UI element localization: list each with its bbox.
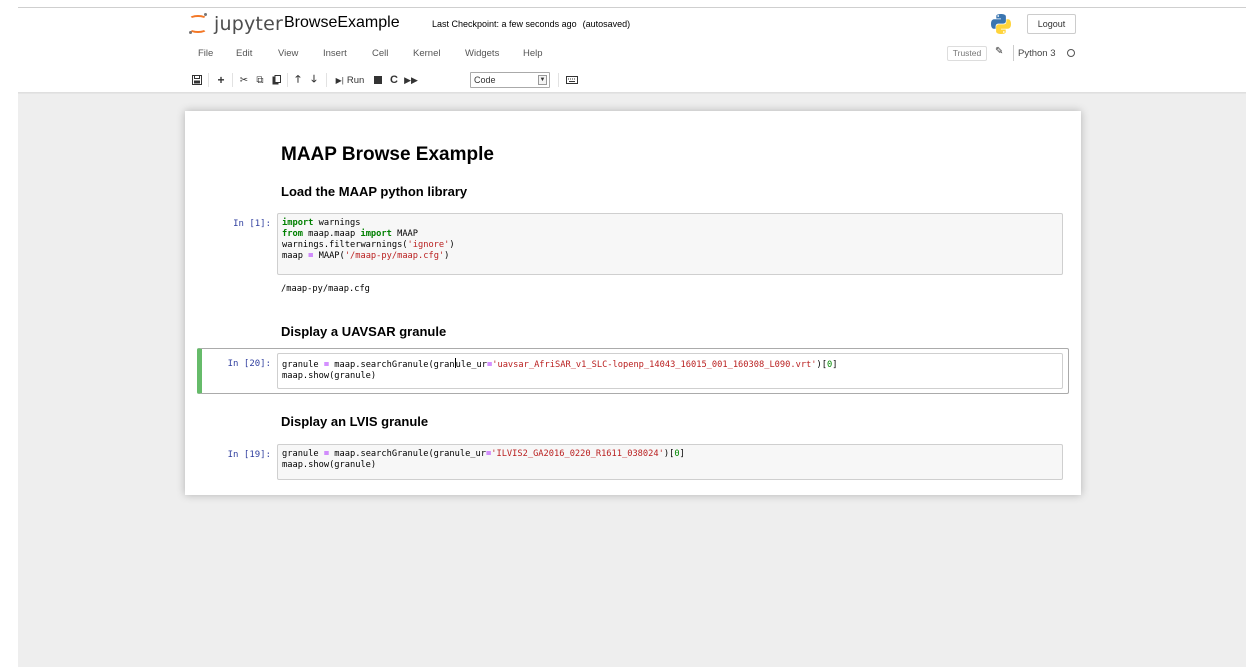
kernel-name: Python 3	[1018, 48, 1056, 59]
notebook-container: MAAP Browse Example Load the MAAP python…	[185, 111, 1081, 495]
paste-icon[interactable]	[270, 72, 282, 88]
code-text: granule = maap.searchGranule(granule_ur=…	[282, 449, 685, 470]
cell-type-select[interactable]: Code ▼	[470, 72, 550, 88]
code-cell-input[interactable]: import warnings from maap.maap import MA…	[277, 213, 1063, 275]
checkpoint-text: Last Checkpoint: a few seconds ago	[432, 19, 577, 29]
save-icon[interactable]	[191, 72, 203, 88]
menu-insert[interactable]: Insert	[323, 48, 347, 59]
code-cell-input[interactable]: granule = maap.searchGranule(granule_ur=…	[277, 444, 1063, 480]
restart-kernel-icon[interactable]: C	[388, 72, 400, 88]
add-cell-icon[interactable]: +	[215, 72, 227, 88]
checkpoint-status: Last Checkpoint: a few seconds ago (autos…	[432, 19, 630, 29]
jupyter-logo[interactable]: jupyter	[188, 11, 283, 37]
restart-run-all-icon[interactable]: ▶▶	[404, 72, 418, 88]
move-down-icon[interactable]: 🡓	[308, 72, 320, 88]
menu-edit[interactable]: Edit	[236, 48, 252, 59]
logo-text: jupyter	[214, 13, 283, 35]
keyboard-icon[interactable]	[565, 72, 579, 88]
jupyter-logo-icon	[188, 13, 208, 35]
menu-kernel[interactable]: Kernel	[413, 48, 440, 59]
trusted-indicator[interactable]: Trusted	[947, 46, 987, 61]
move-up-icon[interactable]: 🡑	[292, 72, 304, 88]
copy-icon[interactable]: ⧉	[254, 72, 266, 88]
interrupt-kernel-icon[interactable]	[372, 72, 384, 88]
section-load-heading: Load the MAAP python library	[281, 184, 468, 199]
section-uavsar-heading: Display a UAVSAR granule	[281, 324, 447, 339]
python-logo-icon	[991, 14, 1011, 34]
code-text: import warnings from maap.maap import MA…	[282, 218, 455, 261]
toolbar: + ✂ ⧉ 🡑 🡓 ▶| Run C ▶▶ Code ▼	[184, 70, 1082, 90]
run-icon: ▶|	[335, 75, 344, 85]
cut-icon[interactable]: ✂	[238, 72, 250, 88]
notebook-header: jupyter BrowseExample Last Checkpoint: a…	[0, 8, 1246, 94]
logout-button[interactable]: Logout	[1027, 14, 1076, 34]
run-label: Run	[346, 74, 365, 86]
menubar: File Edit View Insert Cell Kernel Widget…	[184, 44, 1082, 64]
chevron-down-icon: ▼	[538, 75, 547, 85]
cell-output: /maap-py/maap.cfg	[281, 284, 370, 294]
run-button[interactable]: ▶| Run	[332, 72, 368, 88]
section-lvis-heading: Display an LVIS granule	[281, 414, 429, 429]
cell-type-value: Code	[474, 75, 496, 85]
code-cell-input[interactable]: granule = maap.searchGranule(granule_ur=…	[277, 353, 1063, 389]
cell-prompt: In [20]:	[227, 359, 271, 369]
edit-pencil-icon[interactable]: ✎	[995, 46, 1003, 57]
menu-widgets[interactable]: Widgets	[465, 48, 499, 59]
notebook-name[interactable]: BrowseExample	[284, 14, 400, 32]
menu-view[interactable]: View	[278, 48, 298, 59]
autosave-status: (autosaved)	[582, 19, 631, 29]
kernel-idle-icon	[1067, 49, 1075, 57]
notebook-title: MAAP Browse Example	[281, 144, 494, 165]
menu-cell[interactable]: Cell	[372, 48, 388, 59]
menu-help[interactable]: Help	[523, 48, 543, 59]
menu-file[interactable]: File	[198, 48, 213, 59]
cell-prompt: In [19]:	[227, 450, 271, 460]
cell-prompt: In [1]:	[233, 219, 271, 229]
code-text: granule = maap.searchGranule(granule_ur=…	[282, 358, 838, 381]
